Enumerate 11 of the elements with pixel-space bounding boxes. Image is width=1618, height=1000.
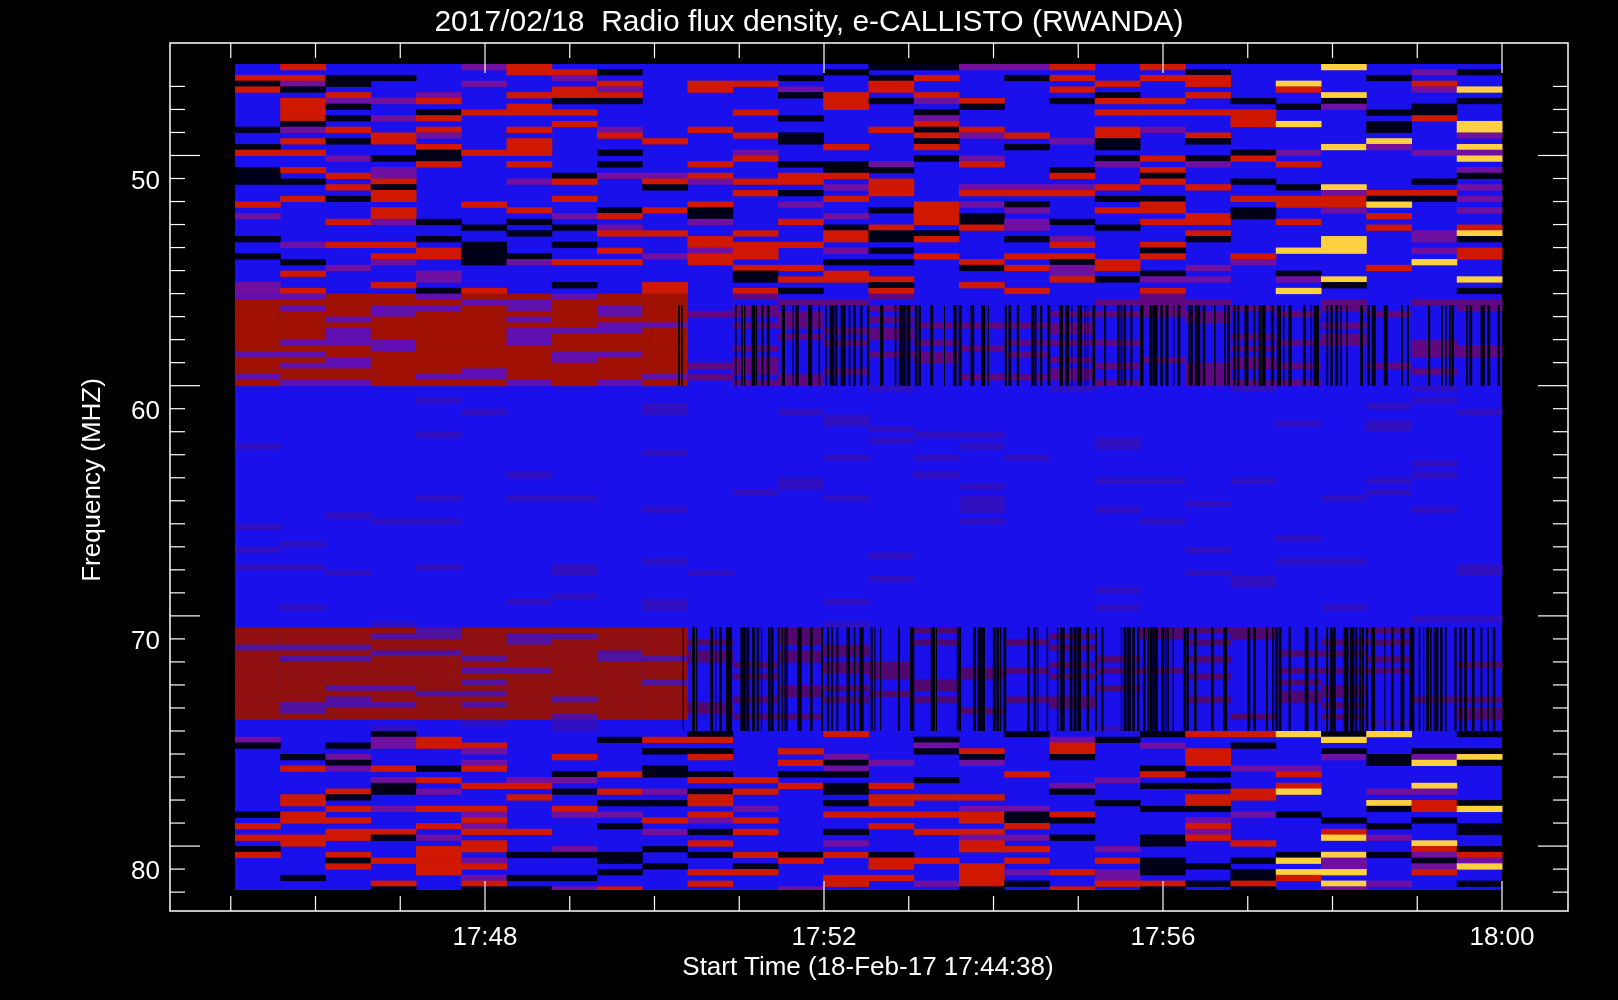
y-tick-label: 80 [131, 855, 160, 886]
y-axis-label: Frequency (MHZ) [76, 378, 106, 582]
x-tick-label: 17:56 [1130, 921, 1196, 951]
x-axis-label: Start Time (18-Feb-17 17:44:38) [682, 951, 1054, 981]
x-tick-label: 17:48 [452, 921, 518, 951]
chart-title: 2017/02/18 Radio flux density, e-CALLISTO (RWANDA) [434, 4, 1184, 37]
y-tick-label: 60 [131, 394, 160, 425]
y-tick-label: 50 [131, 164, 160, 195]
x-tick-label: 17:52 [791, 921, 857, 951]
y-tick-label: 70 [131, 624, 160, 655]
x-tick-label: 18:00 [1469, 921, 1535, 951]
